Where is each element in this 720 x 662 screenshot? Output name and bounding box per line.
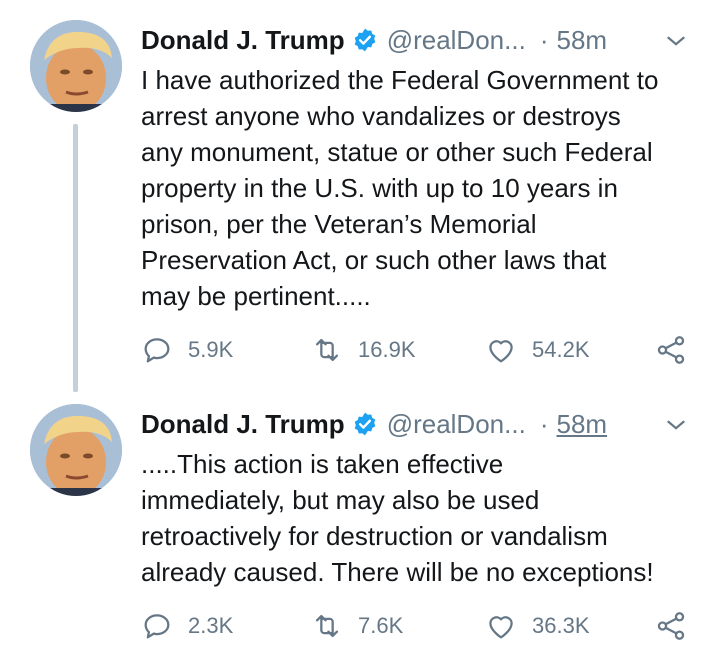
share-icon <box>657 612 685 640</box>
tweet-text: I have authorized the Federal Government… <box>141 62 701 314</box>
author-name[interactable]: Donald J. Trump <box>141 409 345 440</box>
tweet-2[interactable]: Donald J. Trump @realDon... · 58m .....T… <box>0 392 720 662</box>
chevron-down-icon[interactable] <box>663 28 689 54</box>
tweet-text-line: already caused. There will be no excepti… <box>141 557 654 587</box>
author-name[interactable]: Donald J. Trump <box>141 25 345 56</box>
reply-count: 2.3K <box>188 613 234 638</box>
tweet-text-line: arrest anyone who vandalizes or destroys <box>141 101 621 131</box>
share-button[interactable] <box>654 608 702 644</box>
tweet-text-line: any monument, statue or other such Feder… <box>141 137 653 167</box>
retweet-count: 7.6K <box>358 613 404 638</box>
retweet-icon <box>315 338 339 362</box>
tweet-actions: 2.3K 7.6K 36.3K <box>140 608 700 644</box>
reply-button[interactable]: 5.9K <box>140 332 233 368</box>
tweet-text-line: property in the U.S. with up to 10 years… <box>141 173 618 203</box>
like-count: 54.2K <box>532 337 590 362</box>
separator: · <box>539 24 549 55</box>
tweet-text-line: immediately, but may also be used <box>141 485 540 515</box>
separator: · <box>539 408 549 439</box>
reply-icon <box>144 338 170 363</box>
tweet-text-line: .....This action is taken effective <box>141 449 504 479</box>
share-button[interactable] <box>654 332 702 368</box>
tweet-text-line: may be pertinent..... <box>141 281 371 311</box>
tweet-actions: 5.9K 16.9K 54.2K <box>140 332 700 368</box>
retweet-button[interactable]: 16.9K <box>310 332 416 368</box>
reply-icon <box>144 614 170 639</box>
like-button[interactable]: 54.2K <box>484 332 590 368</box>
retweet-button[interactable]: 7.6K <box>310 608 403 644</box>
retweet-icon <box>315 614 339 638</box>
verified-badge-icon <box>352 27 378 53</box>
tweet-text-line: Preservation Act, or such other laws tha… <box>141 245 607 275</box>
verified-badge-icon <box>352 411 378 437</box>
timestamp[interactable]: 58m <box>556 409 607 440</box>
retweet-count: 16.9K <box>358 337 416 362</box>
heart-icon <box>489 340 513 363</box>
tweet-text-line: I have authorized the Federal Government… <box>141 65 659 95</box>
tweet-text-line: retroactively for destruction or vandali… <box>141 521 608 551</box>
author-handle[interactable]: @realDon... <box>387 25 526 56</box>
avatar[interactable] <box>30 404 122 496</box>
tweet-1[interactable]: Donald J. Trump @realDon... · 58m I have… <box>0 0 720 392</box>
tweet-header: Donald J. Trump @realDon... · 58m <box>141 404 701 444</box>
tweet-header: Donald J. Trump @realDon... · 58m <box>141 20 701 60</box>
tweet-text: .....This action is taken effective imme… <box>141 446 701 590</box>
reply-count: 5.9K <box>188 337 234 362</box>
like-button[interactable]: 36.3K <box>484 608 590 644</box>
share-icon <box>657 336 685 364</box>
thread-line <box>73 124 78 392</box>
timestamp[interactable]: 58m <box>556 25 607 56</box>
reply-button[interactable]: 2.3K <box>140 608 233 644</box>
author-handle[interactable]: @realDon... <box>387 409 526 440</box>
tweet-text-line: prison, per the Veteran’s Memorial <box>141 209 537 239</box>
heart-icon <box>489 616 513 639</box>
chevron-down-icon[interactable] <box>663 412 689 438</box>
like-count: 36.3K <box>532 613 590 638</box>
avatar[interactable] <box>30 20 122 112</box>
